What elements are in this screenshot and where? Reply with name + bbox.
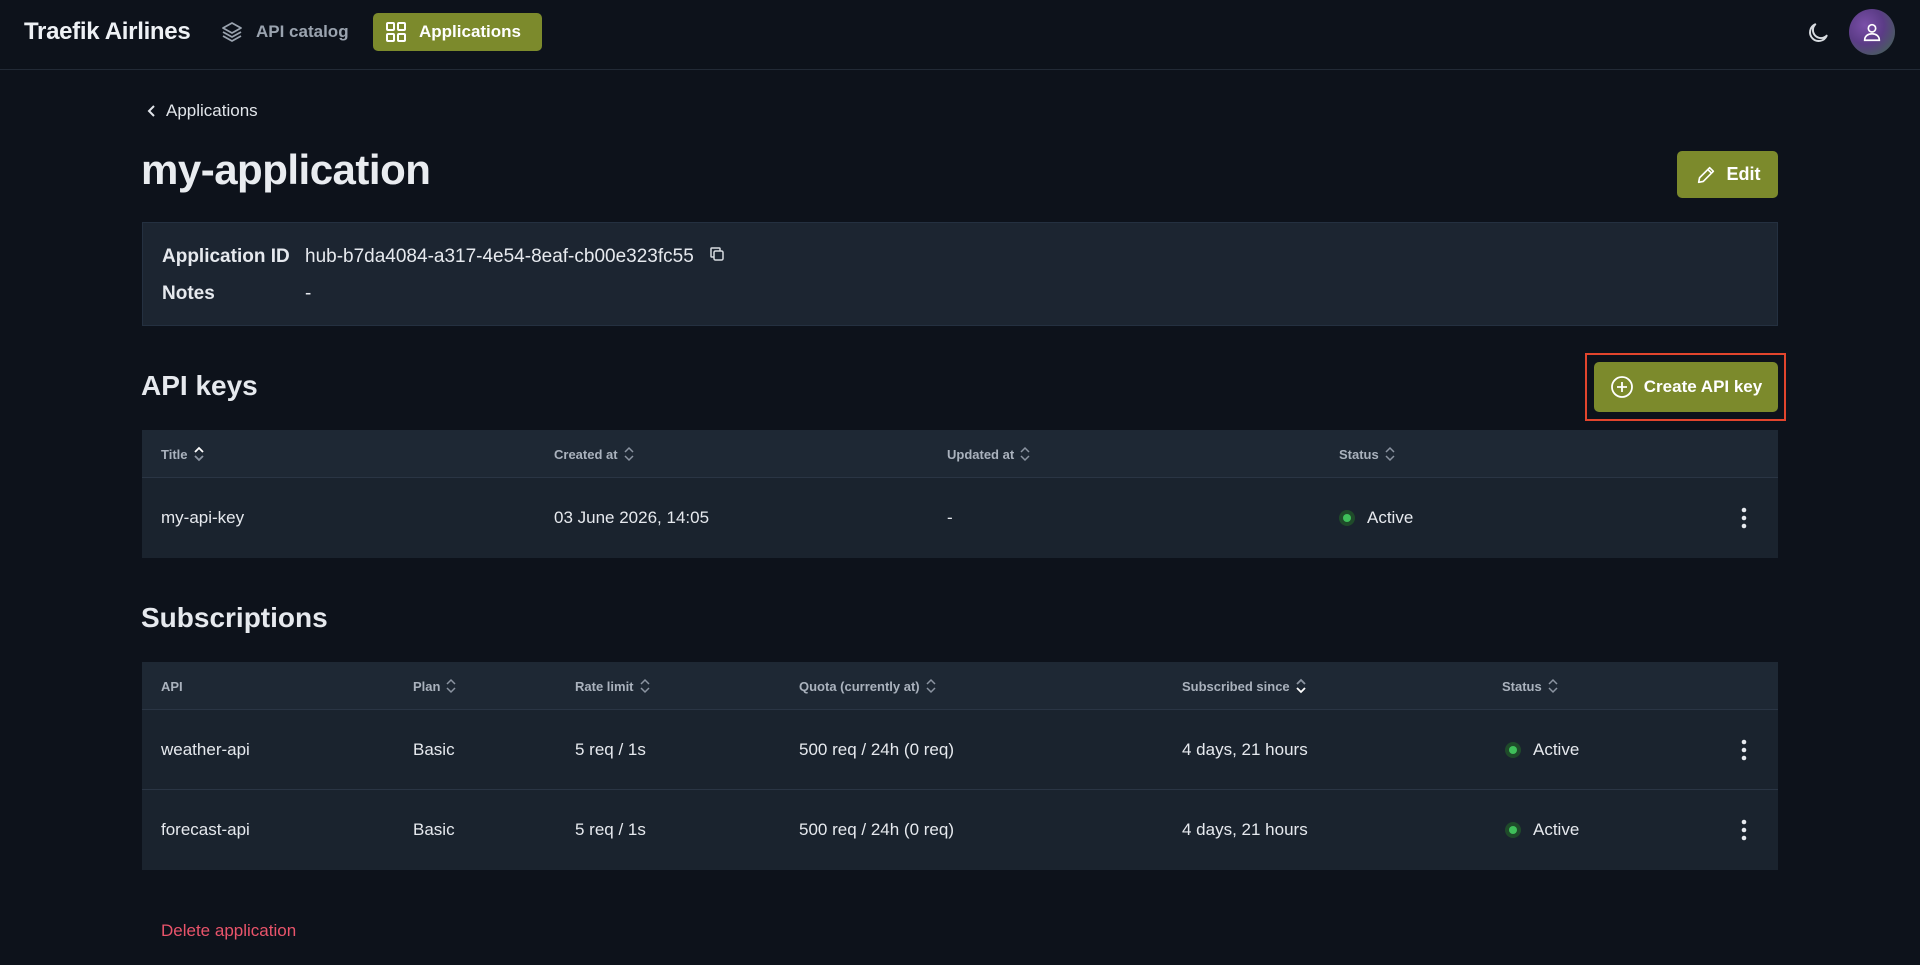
edit-button[interactable]: Edit <box>1677 151 1778 198</box>
nav-applications[interactable]: Applications <box>373 13 542 51</box>
sort-icon <box>639 678 650 694</box>
api-keys-table: Title Created at Updated at Status my-ap… <box>142 430 1778 558</box>
row-actions-menu-icon[interactable] <box>1732 818 1756 842</box>
pencil-icon <box>1697 166 1714 183</box>
api-key-status: Active <box>1339 478 1413 558</box>
subscription-status: Active <box>1505 790 1579 870</box>
table-row[interactable]: forecast-api Basic 5 req / 1s 500 req / … <box>142 790 1778 870</box>
table-header: Title Created at Updated at Status <box>142 430 1778 478</box>
subscription-rate-limit: 5 req / 1s <box>575 740 646 759</box>
column-updated-at[interactable]: Updated at <box>947 430 1030 478</box>
application-id-value: hub-b7da4084-a317-4e54-8eaf-cb00e323fc55 <box>305 246 694 267</box>
column-api-label: API <box>161 678 183 694</box>
status-active-icon <box>1505 822 1521 838</box>
column-updated-at-label: Updated at <box>947 446 1015 462</box>
grid-icon <box>386 22 406 42</box>
notes-row: Notes - <box>162 283 311 305</box>
column-status[interactable]: Status <box>1502 662 1558 710</box>
row-actions-menu-icon[interactable] <box>1732 738 1756 762</box>
column-status-label: Status <box>1339 446 1379 462</box>
status-label: Active <box>1533 740 1580 759</box>
sort-desc-icon <box>1296 678 1306 694</box>
subscription-api: forecast-api <box>161 820 250 839</box>
sort-icon <box>1385 446 1395 462</box>
column-plan[interactable]: Plan <box>413 662 456 710</box>
table-row[interactable]: my-api-key 03 June 2026, 14:05 - Active <box>142 478 1778 558</box>
create-api-key-highlight: Create API key <box>1585 353 1786 421</box>
status-label: Active <box>1367 508 1414 527</box>
status-label: Active <box>1533 820 1580 839</box>
user-icon <box>1863 23 1881 42</box>
breadcrumb[interactable]: Applications <box>146 101 258 121</box>
subscription-quota: 500 req / 24h (0 req) <box>799 740 954 759</box>
create-api-key-label: Create API key <box>1643 377 1763 396</box>
api-keys-heading: API keys <box>141 370 258 401</box>
subscription-plan: Basic <box>413 740 455 759</box>
column-api[interactable]: API <box>161 662 183 710</box>
sort-icon <box>926 678 936 694</box>
notes-label: Notes <box>162 283 215 304</box>
sort-icon <box>1548 678 1558 694</box>
column-subscribed-since[interactable]: Subscribed since <box>1182 662 1306 710</box>
moon-icon <box>1809 23 1828 42</box>
column-status-label: Status <box>1502 678 1542 694</box>
status-active-icon <box>1505 742 1521 758</box>
sort-icon <box>446 678 456 694</box>
subscriptions-heading: Subscriptions <box>141 602 328 633</box>
breadcrumb-label: Applications <box>166 101 258 120</box>
table-row[interactable]: weather-api Basic 5 req / 1s 500 req / 2… <box>142 710 1778 790</box>
nav-api-catalog-label: API catalog <box>256 22 349 41</box>
column-created-at-label: Created at <box>554 446 618 462</box>
plus-circle-icon <box>1610 376 1633 398</box>
subscription-api: weather-api <box>161 740 250 759</box>
column-created-at[interactable]: Created at <box>554 430 634 478</box>
application-id-label: Application ID <box>162 246 290 267</box>
avatar[interactable] <box>1849 9 1895 55</box>
delete-application-link[interactable]: Delete application <box>161 921 296 941</box>
application-id-row: Application ID hub-b7da4084-a317-4e54-8e… <box>162 245 726 269</box>
edit-button-label: Edit <box>1726 164 1761 184</box>
page-title: my-application <box>141 146 431 193</box>
copy-icon[interactable] <box>708 245 726 269</box>
table-header: API Plan Rate limit Quota (currently at)… <box>142 662 1778 710</box>
api-key-title: my-api-key <box>161 508 245 527</box>
nav-applications-label: Applications <box>419 22 522 41</box>
application-info-card: Application ID hub-b7da4084-a317-4e54-8e… <box>142 222 1778 326</box>
top-navbar: Traefik Airlines API catalog Application… <box>0 0 1920 70</box>
subscription-rate-limit: 5 req / 1s <box>575 820 646 839</box>
api-key-created: 03 June 2026, 14:05 <box>554 508 710 527</box>
sort-asc-icon <box>193 446 204 462</box>
column-rate-limit[interactable]: Rate limit <box>575 662 650 710</box>
create-api-key-button[interactable]: Create API key <box>1594 362 1778 412</box>
subscriptions-table: API Plan Rate limit Quota (currently at)… <box>142 662 1778 870</box>
column-plan-label: Plan <box>413 678 441 694</box>
column-quota-label: Quota (currently at) <box>799 678 920 694</box>
chevron-left-icon <box>147 105 155 117</box>
notes-value: - <box>305 283 312 304</box>
layers-icon <box>222 22 242 42</box>
column-quota[interactable]: Quota (currently at) <box>799 662 936 710</box>
column-rate-limit-label: Rate limit <box>575 678 634 694</box>
sort-icon <box>1020 446 1030 462</box>
status-active-icon <box>1339 510 1355 526</box>
subscription-status: Active <box>1505 710 1579 790</box>
nav-api-catalog[interactable]: API catalog <box>208 13 363 51</box>
brand-logo[interactable]: Traefik Airlines <box>24 18 191 46</box>
subscription-since: 4 days, 21 hours <box>1182 740 1308 759</box>
subscription-quota: 500 req / 24h (0 req) <box>799 820 954 839</box>
column-status[interactable]: Status <box>1339 430 1395 478</box>
subscription-since: 4 days, 21 hours <box>1182 820 1308 839</box>
api-key-updated: - <box>947 508 953 527</box>
row-actions-menu-icon[interactable] <box>1732 506 1756 530</box>
theme-toggle-button[interactable] <box>1805 20 1833 48</box>
column-title[interactable]: Title <box>161 430 204 478</box>
sort-icon <box>624 446 634 462</box>
column-title-label: Title <box>161 446 188 462</box>
subscription-plan: Basic <box>413 820 455 839</box>
column-subscribed-since-label: Subscribed since <box>1182 678 1290 694</box>
